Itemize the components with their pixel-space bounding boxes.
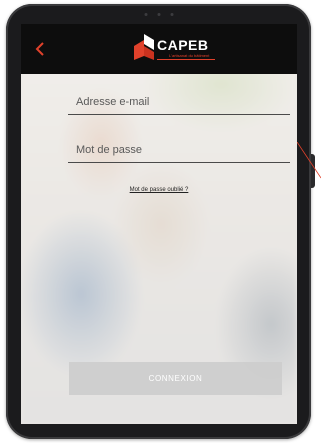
chevron-left-icon (35, 42, 44, 56)
app-screen: CAPEB L'artisanat du bâtiment Mot de pas… (21, 24, 297, 424)
capeb-logo-mark-icon (134, 34, 154, 60)
back-button[interactable] (27, 36, 53, 62)
password-field[interactable] (68, 138, 290, 163)
camera-dots (144, 13, 173, 16)
header-bar: CAPEB L'artisanat du bâtiment (21, 24, 297, 74)
tablet-frame: CAPEB L'artisanat du bâtiment Mot de pas… (6, 4, 315, 439)
logo-tagline: L'artisanat du bâtiment (169, 53, 210, 58)
logo-wordmark: CAPEB (157, 37, 209, 53)
logo-underline (157, 59, 215, 60)
email-field[interactable] (68, 90, 290, 115)
login-button[interactable]: CONNEXION (69, 362, 282, 395)
capeb-logo: CAPEB L'artisanat du bâtiment (134, 34, 215, 68)
annotation-leader-line (297, 142, 321, 179)
forgot-password-link[interactable]: Mot de passe oublié ? (130, 187, 189, 193)
forgot-password-row: Mot de passe oublié ? (21, 187, 297, 193)
